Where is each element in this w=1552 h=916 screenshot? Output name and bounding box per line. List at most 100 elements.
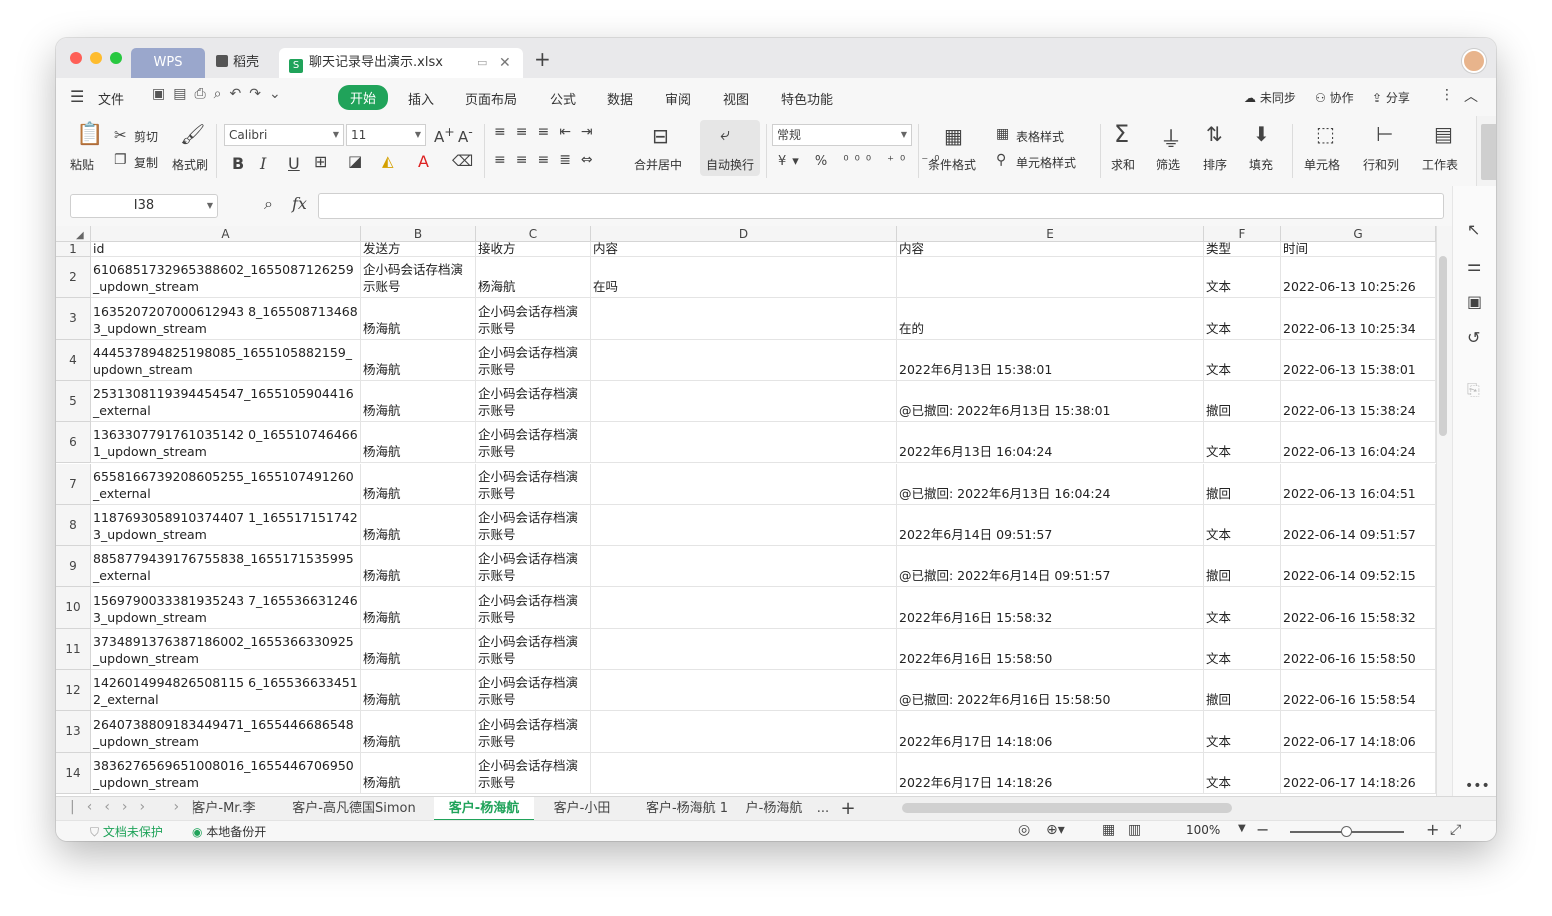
row-header[interactable]: 5 — [56, 380, 91, 423]
cell-g[interactable]: 2022-06-16 15:58:32 — [1281, 587, 1436, 628]
row-header[interactable]: 8 — [56, 504, 91, 547]
share-button[interactable]: ⇪ 分享 — [1372, 89, 1410, 106]
cell-c[interactable]: 企小码会话存档演示账号 — [476, 380, 591, 422]
quick-access-icons[interactable]: ▣▤⎙⌕↶↷⌄ — [152, 86, 289, 102]
row-header[interactable]: 10 — [56, 587, 91, 629]
bold-icon[interactable]: B — [232, 154, 244, 173]
cell-c[interactable]: 企小码会话存档演示账号 — [476, 752, 591, 793]
zoom-icon[interactable]: ⌕ — [264, 194, 273, 214]
cell-b[interactable]: 杨海航 — [361, 298, 476, 339]
cell-e[interactable]: @已撤回: 2022年6月13日 15:38:01 — [897, 380, 1204, 422]
cell-e[interactable]: 2022年6月13日 16:04:24 — [897, 422, 1204, 463]
cell-g[interactable]: 2022-06-13 10:25:34 — [1281, 298, 1436, 339]
column-header-f[interactable]: F — [1204, 226, 1281, 242]
cell-a[interactable]: 6558166739208605255_1655107491260_extern… — [91, 463, 361, 504]
fill-color-icon[interactable]: ◪ — [348, 152, 362, 170]
cell-c[interactable]: 企小码会话存档演示账号 — [476, 711, 591, 752]
font-shrink-icon[interactable]: A- — [458, 124, 473, 146]
cell-d[interactable] — [591, 339, 897, 380]
cell-a[interactable]: 1569790033381935243 7_1655366312463_updo… — [91, 587, 361, 628]
row-header[interactable]: 4 — [56, 339, 91, 381]
copy-button[interactable]: 复制 — [134, 154, 158, 171]
column-header-a[interactable]: A — [91, 226, 361, 242]
cell-e[interactable]: 2022年6月16日 15:58:32 — [897, 587, 1204, 628]
cell-e[interactable]: 2022年6月17日 14:18:26 — [897, 752, 1204, 793]
column-header-d[interactable]: D — [591, 226, 897, 242]
cell-f[interactable]: 文本 — [1204, 339, 1281, 380]
cell-b[interactable]: 杨海航 — [361, 504, 476, 546]
new-tab-button[interactable]: + — [534, 47, 551, 71]
cell-e[interactable]: 2022年6月16日 15:58:50 — [897, 628, 1204, 669]
cell-g[interactable]: 时间 — [1281, 242, 1436, 256]
history-icon[interactable]: ↺ — [1467, 328, 1480, 347]
cell-style-button[interactable]: 单元格样式 — [1016, 154, 1076, 171]
tab-wps[interactable]: WPS — [131, 48, 205, 78]
cell-d[interactable]: 在吗 — [591, 257, 897, 298]
cell-b[interactable]: 杨海航 — [361, 587, 476, 628]
cell-f[interactable]: 撤回 — [1204, 380, 1281, 422]
zoom-slider-handle[interactable] — [1341, 826, 1352, 837]
cell-d[interactable] — [591, 670, 897, 711]
clear-format-icon[interactable]: ⌫ — [452, 152, 473, 170]
tab-start[interactable]: 开始 — [338, 85, 389, 110]
cell-b[interactable]: 杨海航 — [361, 670, 476, 711]
cell-d[interactable] — [591, 752, 897, 793]
cell-d[interactable] — [591, 463, 897, 504]
cell-d[interactable]: 内容 — [591, 242, 897, 256]
cell-f[interactable]: 文本 — [1204, 504, 1281, 546]
cell-c[interactable]: 企小码会话存档演示账号 — [476, 628, 591, 669]
cell-f[interactable]: 文本 — [1204, 257, 1281, 298]
cell-a[interactable]: 1635207207000612943 8_1655087134683_updo… — [91, 298, 361, 339]
sum-button[interactable]: 求和 — [1111, 156, 1135, 173]
tab-daoke[interactable]: 稻壳 — [206, 48, 278, 78]
row-header[interactable]: 7 — [56, 463, 91, 505]
cell-f[interactable]: 文本 — [1204, 628, 1281, 669]
tab-review[interactable]: 审阅 — [665, 89, 691, 108]
font-grow-icon[interactable]: A+ — [434, 124, 455, 146]
cell-c[interactable]: 企小码会话存档演示账号 — [476, 504, 591, 546]
cell-a[interactable]: 444537894825198085_1655105882159_updown_… — [91, 339, 361, 380]
cell-c[interactable]: 接收方 — [476, 242, 591, 256]
cell-f[interactable]: 撤回 — [1204, 463, 1281, 504]
cell-e[interactable]: 2022年6月14日 09:51:57 — [897, 504, 1204, 546]
row-header[interactable]: 1 — [56, 242, 91, 257]
underline-icon[interactable]: U — [288, 154, 300, 173]
column-header-e[interactable]: E — [897, 226, 1204, 242]
highlight-icon[interactable]: ◭ — [382, 152, 394, 170]
sync-button[interactable]: ☁ 未同步 — [1244, 89, 1296, 106]
cell-f[interactable]: 类型 — [1204, 242, 1281, 256]
filter-button[interactable]: 筛选 — [1156, 156, 1180, 173]
eye-icon[interactable]: ◎ — [1018, 822, 1030, 838]
cell-g[interactable]: 2022-06-16 15:58:50 — [1281, 628, 1436, 669]
zoom-in-icon[interactable]: + — [1426, 820, 1439, 839]
wrap-text-button[interactable]: ⤶ 自动换行 — [700, 120, 760, 176]
italic-icon[interactable]: I — [260, 154, 266, 173]
cell-g[interactable]: 2022-06-17 14:18:06 — [1281, 711, 1436, 752]
cell-c[interactable]: 杨海航 — [476, 257, 591, 298]
sliders-icon[interactable]: ⚌ — [1467, 256, 1481, 275]
cell-b[interactable]: 杨海航 — [361, 339, 476, 380]
cell-b[interactable]: 发送方 — [361, 242, 476, 256]
cell-b[interactable]: 杨海航 — [361, 422, 476, 463]
row-header[interactable]: 3 — [56, 298, 91, 340]
sheet-more[interactable]: ... — [808, 797, 838, 821]
cell-d[interactable] — [591, 504, 897, 546]
close-window-button[interactable] — [70, 52, 82, 64]
zoom-window-button[interactable] — [110, 52, 122, 64]
cell-b[interactable]: 企小码会话存档演示账号 — [361, 257, 476, 298]
cell-d[interactable] — [591, 628, 897, 669]
cell-c[interactable]: 企小码会话存档演示账号 — [476, 339, 591, 380]
cell-g[interactable]: 2022-06-13 15:38:24 — [1281, 380, 1436, 422]
image-icon[interactable]: ▣ — [1467, 292, 1482, 311]
cell-g[interactable]: 2022-06-13 16:04:24 — [1281, 422, 1436, 463]
cell-d[interactable] — [591, 546, 897, 587]
row-header[interactable]: 6 — [56, 422, 91, 464]
column-header-b[interactable]: B — [361, 226, 476, 242]
sheet-tab[interactable]: 户-杨海航 — [742, 797, 806, 821]
cell-a[interactable]: id — [91, 242, 361, 256]
number-format-icons[interactable]: ¥▾ % ⁰⁰⁰ ⁺⁰ ⁻⁰ — [778, 154, 945, 169]
cell-d[interactable] — [591, 711, 897, 752]
cell-c[interactable]: 企小码会话存档演示账号 — [476, 670, 591, 711]
cell-b[interactable]: 杨海航 — [361, 380, 476, 422]
cell-e[interactable]: @已撤回: 2022年6月13日 16:04:24 — [897, 463, 1204, 504]
